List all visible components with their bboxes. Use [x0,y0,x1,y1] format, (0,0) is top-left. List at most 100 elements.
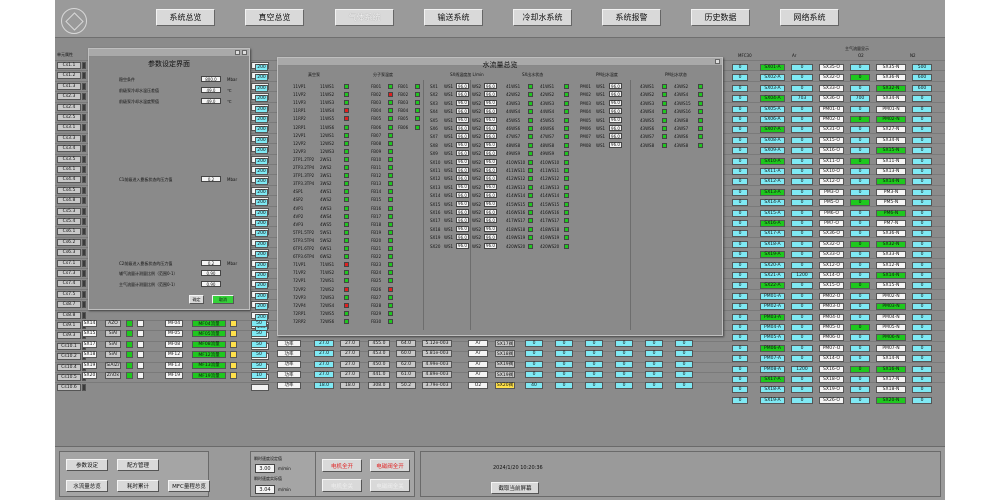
mfc-value[interactable]: 0 [732,365,748,373]
zero-value[interactable]: 40 [525,381,543,389]
flow-value[interactable]: 0 [585,350,603,358]
flow-value[interactable]: 0 [615,360,633,368]
mode-select[interactable]: 功率 [277,350,301,358]
pressure-value[interactable]: 200 [255,199,268,207]
checkbox[interactable] [137,361,144,369]
mfc-value[interactable]: 0 [732,64,748,71]
speed-set-input[interactable]: 3.00 [255,464,275,473]
mfc-value[interactable]: 0 [732,84,748,92]
n2-value[interactable]: 500 [912,64,932,71]
flow-value[interactable]: 0 [615,340,633,347]
flow-value[interactable]: 0 [645,340,663,347]
ar-value[interactable]: 0 [791,334,813,342]
pressure-value[interactable]: 200 [255,220,268,227]
ar-value[interactable]: 0 [791,324,813,331]
mfc-value[interactable]: 0 [732,168,748,175]
n2-value[interactable]: 0 [912,386,932,394]
n2-value[interactable]: 0 [912,116,932,123]
ar-value[interactable]: 0 [791,282,813,290]
zero-value[interactable]: 0 [525,360,543,368]
num-value[interactable]: 10 [251,372,267,379]
nav-button[interactable]: 网络系统 [780,9,839,26]
n2-value[interactable]: 0 [912,209,932,217]
n2-value[interactable]: 0 [912,282,932,290]
param-input[interactable]: 0.2 [201,176,221,182]
mfc-value[interactable]: 0 [732,355,748,363]
n2-value[interactable]: 0 [912,220,932,227]
ar-value[interactable]: 0 [791,240,813,248]
flow-value[interactable]: 0 [585,360,603,368]
n2-value[interactable]: 0 [912,178,932,186]
power-set[interactable]: 18.0 [314,381,334,389]
o2-value[interactable]: 0 [850,178,870,186]
param-settings-button[interactable]: 参数设定 [66,459,108,471]
o2-value[interactable]: 0 [850,303,870,311]
o2-value[interactable]: 0 [850,313,870,321]
power-set[interactable]: 27.0 [314,371,334,379]
o2-value[interactable]: 0 [850,396,870,404]
ar-value[interactable]: 0 [791,168,813,175]
o2-value[interactable]: 0 [850,251,870,259]
mfc-value[interactable]: 0 [732,396,748,404]
ar-value[interactable]: 0 [791,199,813,207]
mfc-value[interactable]: 0 [732,220,748,227]
mfc-value[interactable]: 0 [732,199,748,207]
param-input[interactable]: 49.0 [201,87,221,93]
n2-value[interactable]: 0 [912,188,932,196]
ar-value[interactable]: 0 [791,292,813,300]
mfc-range-button[interactable]: MFC量程总览 [168,480,210,492]
ar-value[interactable]: 0 [791,105,813,113]
o2-value[interactable]: 0 [850,292,870,300]
mode-select[interactable]: 功率 [277,360,301,368]
n2-value[interactable]: 0 [912,136,932,144]
ar-value[interactable]: 0 [791,355,813,363]
flow-value[interactable]: 0 [585,340,603,347]
o2-value[interactable]: 0 [850,282,870,290]
pressure-value[interactable]: 200 [255,64,268,71]
o2-value[interactable]: 0 [850,386,870,394]
pressure-value[interactable]: 200 [255,116,268,123]
mfc-value[interactable]: 0 [732,116,748,123]
ar-value[interactable]: 0 [791,376,813,383]
ratio-input[interactable]: 0.90 [201,270,221,276]
mfc-value[interactable]: 0 [732,313,748,321]
o2-value[interactable]: 0 [850,64,870,71]
zero-value[interactable]: 0 [525,340,543,347]
flow-value[interactable]: 0 [555,381,573,389]
gas-select[interactable]: Ar [468,360,488,368]
flow-value[interactable]: 0 [585,371,603,379]
mfc-value[interactable]: 0 [732,251,748,259]
n2-value[interactable]: 0 [912,365,932,373]
n2-value[interactable]: 0 [912,324,932,331]
n2-value[interactable]: 0 [912,157,932,165]
gas-select[interactable]: Ar [468,371,488,379]
mfc-value[interactable]: 0 [732,303,748,311]
n2-value[interactable]: 0 [912,95,932,103]
o2-value[interactable]: 0 [850,230,870,238]
checkbox[interactable] [137,330,144,338]
flow-value[interactable]: 0 [675,350,693,358]
mfc-value[interactable]: 0 [732,282,748,290]
mfc-value[interactable]: 0 [732,292,748,300]
o2-value[interactable]: 0 [850,220,870,227]
param-input[interactable]: 0.2 [201,260,221,266]
o2-value[interactable]: 0 [850,168,870,175]
gas-select[interactable]: O2 [468,381,488,389]
pressure-value[interactable]: 200 [255,261,268,269]
mfc-value[interactable]: 0 [732,74,748,82]
pressure-value[interactable]: 200 [255,303,268,311]
o2-value[interactable]: 0 [850,136,870,144]
o2-value[interactable]: 0 [850,209,870,217]
ar-value[interactable]: 0 [791,84,813,92]
o2-value[interactable]: 0 [850,240,870,248]
ar-value[interactable]: 0 [791,188,813,196]
mfc-value[interactable]: 0 [732,376,748,383]
pressure-value[interactable]: 200 [255,209,268,217]
flow-value[interactable]: 0 [645,371,663,379]
pressure-value[interactable]: 200 [255,84,268,92]
ar-value[interactable]: 0 [791,116,813,123]
flow-value[interactable]: 0 [555,350,573,358]
ar-value[interactable]: 0 [791,178,813,186]
valve-all-off-button[interactable]: 电磁阀全关 [370,479,410,492]
zero-value[interactable]: 0 [525,371,543,379]
